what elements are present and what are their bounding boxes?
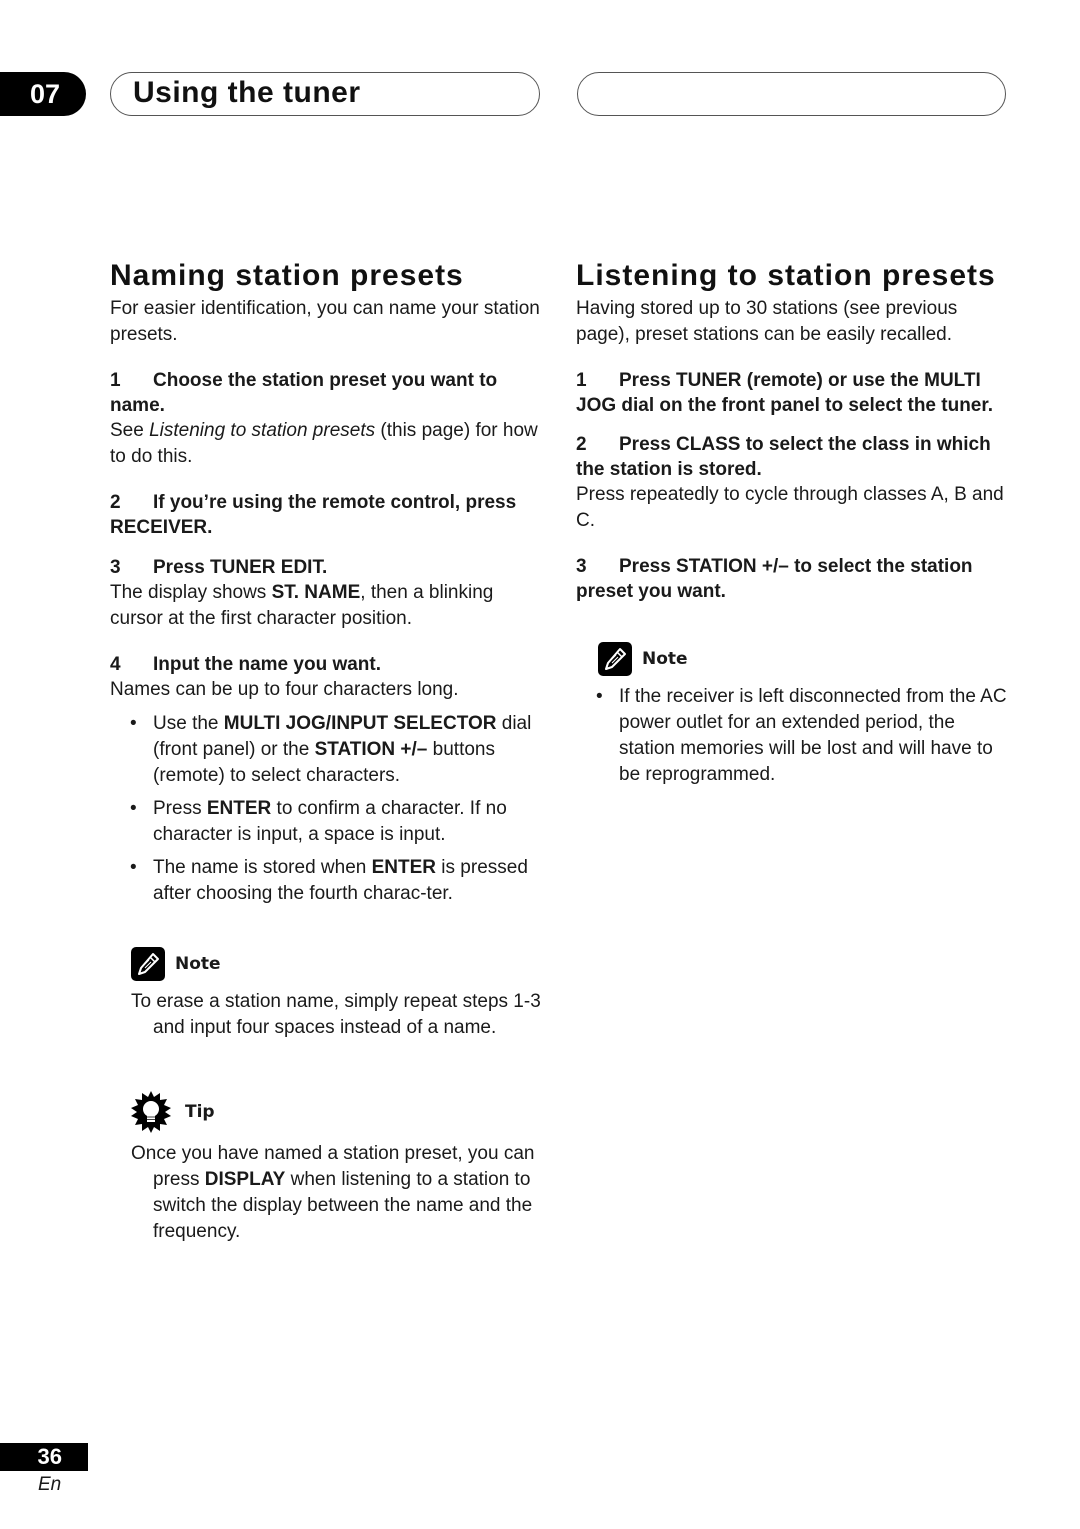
tip-label: Tip (185, 1102, 215, 1122)
step-body: Names can be up to four characters long. (110, 679, 459, 700)
step-4-bullets: • Use the MULTI JOG/INPUT SELECTOR dial (… (110, 711, 550, 907)
tip-text: Once you have named a station preset, yo… (131, 1143, 535, 1242)
step-body: The display shows ST. NAME, then a blink… (110, 582, 494, 629)
pencil-icon (131, 947, 165, 981)
section-title: Listening to station presets (576, 259, 996, 292)
step-number: 1 (110, 370, 121, 391)
page-number: 36 (0, 1443, 88, 1471)
step-heading: Press CLASS to select the class in which… (576, 434, 991, 480)
step-heading: If you’re using the remote control, pres… (110, 492, 517, 538)
step-heading: Choose the station preset you want to na… (110, 370, 498, 416)
pencil-icon (598, 642, 632, 676)
step-number: 2 (110, 492, 121, 513)
note-label: Note (175, 954, 221, 974)
step-number: 4 (110, 654, 121, 675)
step-number: 3 (110, 557, 121, 578)
naming-station-presets-section: Naming station presets For easier identi… (110, 256, 550, 1245)
step-4: 4 Input the name you want. Names can be u… (110, 652, 550, 907)
language-code: En (38, 1474, 62, 1495)
step-1: 1 Press TUNER (remote) or use the MULTI J… (576, 368, 1016, 418)
step-number: 2 (576, 434, 587, 455)
step-number: 1 (576, 370, 587, 391)
header-empty-pill (577, 72, 1006, 116)
step-heading: Press STATION +/– to select the station … (576, 556, 973, 602)
bullet-item: • If the receiver is left disconnected fr… (596, 686, 1007, 785)
step-3: 3 Press STATION +/– to select the station… (576, 554, 1016, 604)
step-heading: Press TUNER (remote) or use the MULTI JO… (576, 370, 993, 416)
section-intro: For easier identification, you can name … (110, 298, 540, 345)
step-3: 3 Press TUNER EDIT. The display shows ST.… (110, 555, 550, 632)
listening-station-presets-section: Listening to station presets Having stor… (576, 256, 1016, 795)
step-heading: Press TUNER EDIT. (153, 557, 328, 578)
step-1: 1 Choose the station preset you want to n… (110, 368, 550, 470)
chapter-number-tab: 07 (0, 72, 86, 116)
section-intro: Having stored up to 30 stations (see pre… (576, 298, 958, 345)
note-label: Note (642, 649, 688, 669)
step-body: See Listening to station presets (this p… (110, 420, 538, 467)
tip-box: Tip Once you have named a station preset… (110, 1091, 550, 1245)
chapter-title: Using the tuner (133, 76, 361, 109)
cross-reference: Listening to station presets (149, 420, 376, 441)
chapter-title-pill: Using the tuner (110, 72, 540, 116)
note-box: Note (576, 642, 1016, 676)
step-heading: Input the name you want. (153, 654, 382, 675)
bullet-item: • Press ENTER to confirm a character. If … (130, 798, 507, 845)
step-2: 2 If you’re using the remote control, pre… (110, 490, 550, 540)
bullet-item: • Use the MULTI JOG/INPUT SELECTOR dial (… (130, 713, 532, 786)
note-text: To erase a station name, simply repeat s… (131, 991, 541, 1038)
note-bullets: • If the receiver is left disconnected fr… (576, 684, 1016, 788)
chapter-number: 07 (30, 79, 61, 109)
bullet-item: • The name is stored when ENTER is presse… (130, 857, 528, 904)
step-body: Press repeatedly to cycle through classe… (576, 484, 1004, 531)
step-number: 3 (576, 556, 587, 577)
note-box: Note To erase a station name, simply rep… (110, 947, 550, 1041)
lightbulb-icon (131, 1091, 171, 1133)
step-2: 2 Press CLASS to select the class in whic… (576, 432, 1016, 534)
section-title: Naming station presets (110, 259, 464, 292)
